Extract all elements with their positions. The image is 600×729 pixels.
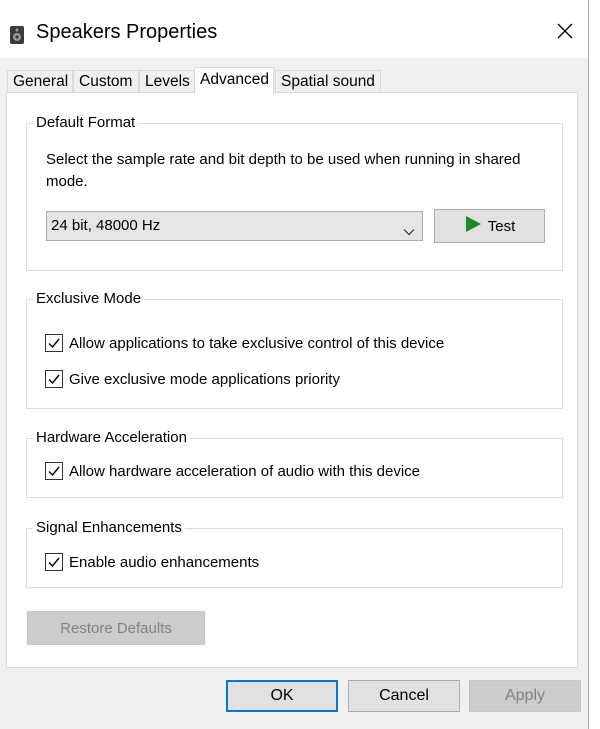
advanced-panel: Default Format Select the sample rate an… — [6, 92, 578, 668]
default-format-title: Default Format — [33, 114, 139, 132]
chevron-down-icon — [403, 220, 415, 236]
speaker-icon — [9, 25, 25, 45]
tab-spatial-sound[interactable]: Spatial sound — [275, 70, 381, 93]
exclusive-mode-group: Exclusive Mode Allow applications to tak… — [26, 290, 563, 409]
hardware-acceleration-title: Hardware Acceleration — [33, 429, 190, 447]
restore-defaults-button[interactable]: Restore Defaults — [27, 611, 205, 645]
format-select-value: 24 bit, 48000 Hz — [51, 217, 161, 234]
test-button[interactable]: Test — [434, 209, 545, 243]
priority-checkbox[interactable] — [45, 370, 63, 388]
priority-row[interactable]: Give exclusive mode applications priorit… — [45, 368, 340, 390]
default-format-group: Default Format Select the sample rate an… — [26, 114, 563, 271]
close-button[interactable] — [543, 14, 587, 52]
checkmark-icon — [48, 557, 60, 568]
allow-hw-checkbox[interactable] — [45, 462, 63, 480]
default-format-description: Select the sample rate and bit depth to … — [46, 151, 521, 190]
title-bar: Speakers Properties — [0, 0, 588, 58]
window-title: Speakers Properties — [36, 21, 218, 43]
tab-custom[interactable]: Custom — [73, 70, 139, 93]
priority-label: Give exclusive mode applications priorit… — [69, 370, 340, 388]
cancel-button[interactable]: Cancel — [348, 680, 460, 712]
signal-enhancements-title: Signal Enhancements — [33, 519, 185, 537]
format-select[interactable]: 24 bit, 48000 Hz — [46, 211, 423, 241]
ok-button[interactable]: OK — [226, 680, 338, 712]
signal-enhancements-group: Signal Enhancements Enable audio enhance… — [26, 519, 563, 588]
checkmark-icon — [48, 466, 60, 477]
tab-levels[interactable]: Levels — [139, 70, 195, 93]
checkmark-icon — [48, 374, 60, 385]
tab-general[interactable]: General — [7, 70, 73, 93]
allow-hw-label: Allow hardware acceleration of audio wit… — [69, 462, 421, 480]
close-icon — [557, 23, 573, 44]
test-label: Test — [487, 217, 516, 235]
dialog-window: Speakers Properties General Custom Level… — [0, 0, 589, 729]
checkmark-icon — [48, 338, 60, 349]
exclusive-mode-title: Exclusive Mode — [33, 290, 145, 308]
hardware-acceleration-group: Hardware Acceleration Allow hardware acc… — [26, 429, 563, 498]
apply-button[interactable]: Apply — [469, 680, 581, 712]
play-icon — [464, 215, 482, 237]
allow-hw-row[interactable]: Allow hardware acceleration of audio wit… — [45, 460, 420, 482]
allow-exclusive-label: Allow applications to take exclusive con… — [69, 334, 445, 352]
enable-enhancements-label: Enable audio enhancements — [69, 553, 260, 571]
allow-exclusive-checkbox[interactable] — [45, 334, 63, 352]
allow-exclusive-row[interactable]: Allow applications to take exclusive con… — [45, 332, 444, 354]
enable-enhancements-checkbox[interactable] — [45, 553, 63, 571]
enable-enhancements-row[interactable]: Enable audio enhancements — [45, 551, 259, 573]
tab-advanced[interactable]: Advanced — [194, 67, 274, 94]
